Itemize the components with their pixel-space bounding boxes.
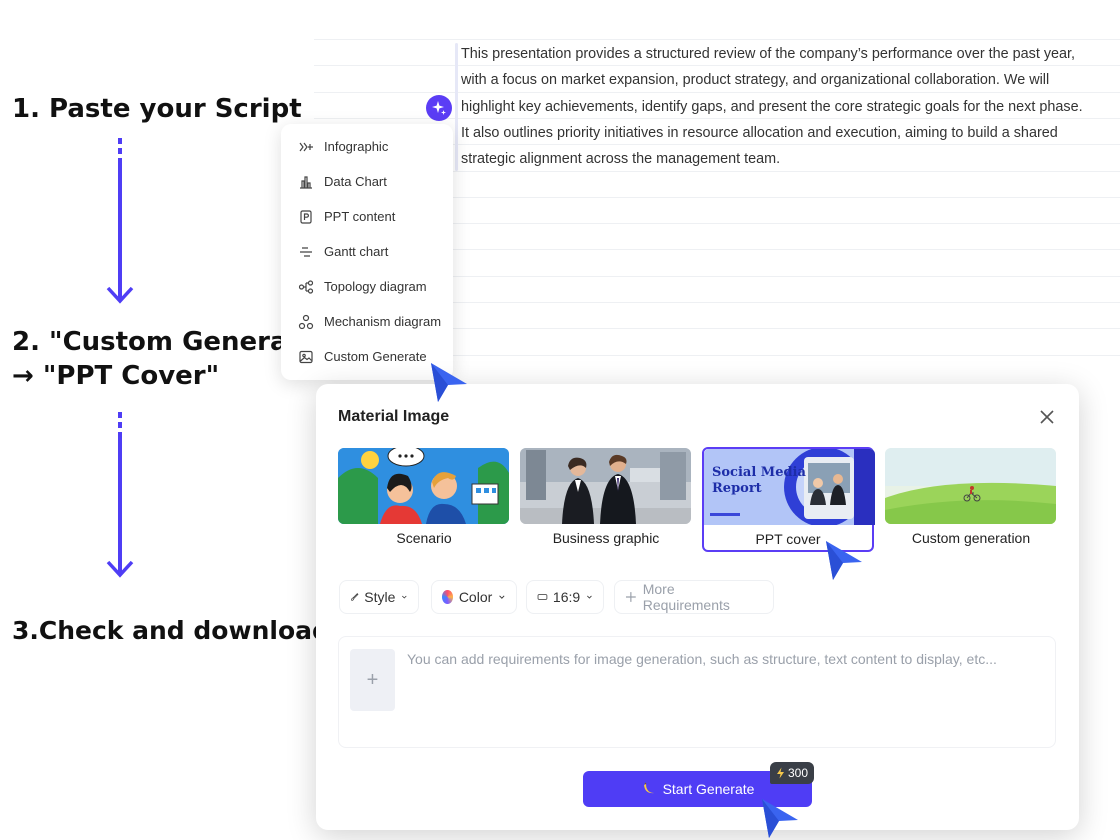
- ppt-cover-thumbnail: Social Media Report: [704, 449, 875, 525]
- aspect-ratio-dropdown[interactable]: 16:9: [526, 580, 604, 614]
- color-label: Color: [458, 589, 493, 605]
- menu-item-label: Gantt chart: [324, 244, 389, 259]
- requirements-textarea[interactable]: + You can add requirements for image gen…: [338, 636, 1056, 748]
- script-line: with a focus on market expansion, produc…: [461, 72, 1050, 89]
- ai-sparkle-button[interactable]: [426, 95, 452, 121]
- pointer-cursor-icon: [762, 799, 798, 838]
- credit-cost-badge: 300: [770, 762, 815, 784]
- add-reference-image-button[interactable]: +: [350, 649, 395, 711]
- menu-item-label: Custom Generate: [324, 349, 427, 364]
- infographic-icon: [298, 139, 314, 155]
- image-icon: [298, 349, 314, 365]
- color-dropdown[interactable]: Color: [431, 580, 517, 614]
- cover-title: Social Media Report: [712, 465, 806, 497]
- style-dropdown[interactable]: Style: [339, 580, 419, 614]
- menu-item-label: Mechanism diagram: [324, 314, 442, 329]
- menu-item-label: Data Chart: [324, 174, 387, 189]
- credit-cost-value: 300: [788, 766, 809, 780]
- card-label: Scenario: [396, 530, 452, 546]
- menu-item-ppt-content[interactable]: PPT content: [281, 199, 453, 234]
- close-icon[interactable]: [1038, 408, 1056, 426]
- custom-generation-thumbnail: [885, 448, 1056, 524]
- selection-bar: [455, 43, 458, 171]
- color-swatch-icon: [442, 590, 453, 604]
- menu-item-label: PPT content: [324, 209, 396, 224]
- more-requirements-button[interactable]: More Requirements: [614, 580, 774, 614]
- mechanism-icon: [298, 314, 314, 330]
- script-text[interactable]: This presentation provides a structured …: [461, 41, 1101, 172]
- generate-menu: Infographic Data Chart PPT content Gantt…: [281, 124, 453, 380]
- dialog-title: Material Image: [338, 408, 450, 425]
- add-reference-symbol: +: [366, 668, 379, 691]
- step-1-caption: 1. Paste your Script: [12, 94, 302, 124]
- start-generate-label: Start Generate: [662, 781, 755, 797]
- row-divider: [314, 39, 1120, 40]
- card-ppt-cover[interactable]: Social Media Report PPT cover: [702, 447, 875, 552]
- pointer-cursor-icon: [431, 363, 467, 402]
- sparkle-icon: [432, 101, 446, 115]
- business-thumbnail: [520, 448, 691, 524]
- card-label: Business graphic: [552, 530, 660, 546]
- step-3-caption: 3.Check and download: [12, 616, 330, 645]
- pointer-cursor-icon: [826, 541, 862, 580]
- menu-item-label: Topology diagram: [324, 279, 427, 294]
- script-line: strategic alignment across the managemen…: [461, 151, 781, 168]
- menu-item-infographic[interactable]: Infographic: [281, 129, 453, 164]
- topology-icon: [298, 279, 314, 295]
- ppt-icon: [298, 209, 314, 225]
- lightning-icon: [777, 767, 784, 779]
- script-line: This presentation provides a structured …: [461, 46, 1076, 62]
- plus-icon: [625, 592, 636, 602]
- step-arrow-down-icon: [106, 412, 134, 578]
- cover-title-line: Report: [712, 481, 762, 496]
- chevron-down-icon: [402, 595, 407, 599]
- chevron-down-icon: [587, 595, 592, 599]
- bar-chart-icon: [298, 174, 314, 190]
- script-line: It also outlines priority initiatives in…: [461, 124, 1058, 141]
- banana-icon: [643, 782, 654, 794]
- menu-item-data-chart[interactable]: Data Chart: [281, 164, 453, 199]
- menu-item-gantt-chart[interactable]: Gantt chart: [281, 234, 453, 269]
- ratio-icon: [537, 594, 548, 600]
- ratio-label: 16:9: [552, 589, 581, 605]
- card-custom-generation[interactable]: Custom generation: [885, 448, 1057, 546]
- material-image-dialog: Material Image Scenario Business graphic…: [316, 384, 1079, 830]
- menu-item-label: Infographic: [324, 139, 389, 154]
- card-label: Custom generation: [911, 530, 1031, 546]
- gantt-icon: [298, 244, 314, 260]
- card-business-graphic[interactable]: Business graphic: [520, 448, 692, 546]
- menu-item-topology-diagram[interactable]: Topology diagram: [281, 269, 453, 304]
- style-label: Style: [364, 589, 396, 605]
- chevron-down-icon: [499, 595, 505, 599]
- script-line: highlight key achievements, identify gap…: [461, 98, 1083, 115]
- cover-title-line: Social Media: [712, 465, 806, 480]
- more-requirements-label: More Requirements: [642, 581, 730, 613]
- menu-item-mechanism-diagram[interactable]: Mechanism diagram: [281, 304, 453, 339]
- requirements-placeholder: You can add requirements for image gener…: [407, 651, 997, 667]
- brush-icon: [351, 593, 359, 601]
- step-arrow-down-icon: [106, 138, 134, 304]
- card-scenario[interactable]: Scenario: [338, 448, 510, 546]
- scenario-thumbnail: [338, 448, 509, 524]
